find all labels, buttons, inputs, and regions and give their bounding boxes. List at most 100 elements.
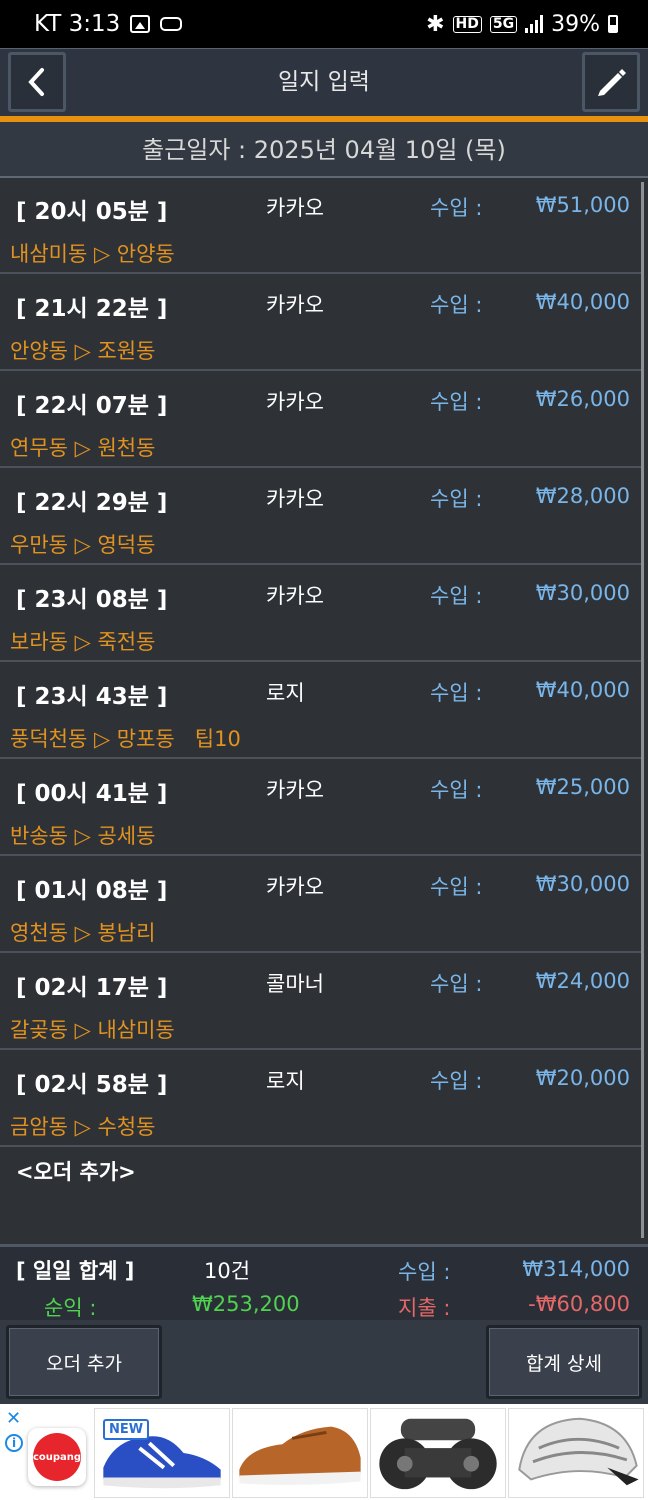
order-company: 카카오 (266, 390, 324, 414)
order-list[interactable]: [ 20시 05분 ] 카카오 수입 : ₩51,000 내삼미동 ▷ 안양동 … (0, 178, 648, 1244)
info-icon[interactable]: i (5, 1434, 23, 1452)
order-time: [ 22시 07분 ] (16, 393, 168, 419)
ad-product-sneaker[interactable]: NEW (94, 1408, 230, 1498)
order-time: [ 01시 08분 ] (16, 878, 168, 904)
ad-product-helmet[interactable] (508, 1408, 644, 1498)
order-company: 카카오 (266, 875, 324, 899)
summary-income: ₩314,000 (522, 1257, 630, 1281)
ad-banner[interactable]: ✕ i coupang NEW (0, 1404, 648, 1500)
order-amount: ₩30,000 (535, 581, 630, 605)
order-time: [ 23시 08분 ] (16, 587, 168, 613)
ad-product-shoe[interactable] (232, 1408, 368, 1498)
coupang-logo-text: coupang (33, 1433, 81, 1481)
order-row[interactable]: [ 01시 08분 ] 카카오 수입 : ₩30,000 영천동 ▷ 봉남리 (0, 857, 642, 953)
order-row[interactable]: [ 02시 58분 ] 로지 수입 : ₩20,000 금암동 ▷ 수청동 (0, 1051, 642, 1147)
income-label: 수입 : (430, 778, 483, 802)
close-icon[interactable]: ✕ (6, 1408, 21, 1429)
income-label: 수입 : (430, 487, 483, 511)
shoe-image (239, 1426, 361, 1485)
voicemail-icon (160, 17, 183, 31)
order-amount: ₩24,000 (535, 969, 630, 993)
order-time: [ 22시 29분 ] (16, 490, 168, 516)
carrier-time: KT 3:13 (34, 11, 121, 37)
order-time: [ 20시 05분 ] (16, 199, 168, 225)
income-label: 수입 : (430, 390, 483, 414)
order-amount: ₩25,000 (535, 775, 630, 799)
order-amount: ₩20,000 (535, 1066, 630, 1090)
order-time: [ 00시 41분 ] (16, 781, 168, 807)
order-route: 우만동 ▷ 영덕동 (10, 533, 156, 557)
income-label: 수입 : (430, 584, 483, 608)
order-time: [ 23시 43분 ] (16, 684, 168, 710)
battery-percent: 39% (551, 11, 600, 37)
order-company: 로지 (266, 681, 305, 705)
order-route: 안양동 ▷ 조원동 (10, 339, 156, 363)
network-type: 5G (489, 15, 518, 33)
summary-income-label: 수입 : (398, 1260, 451, 1284)
order-row[interactable]: [ 02시 17분 ] 콜마너 수입 : ₩24,000 갈곶동 ▷ 내삼미동 (0, 954, 642, 1050)
order-route: 갈곶동 ▷ 내삼미동 (10, 1018, 175, 1042)
order-time: [ 02시 58분 ] (16, 1072, 168, 1098)
order-company: 카카오 (266, 293, 324, 317)
order-amount: ₩28,000 (535, 484, 630, 508)
chevron-left-icon (28, 68, 44, 96)
signal-icon (525, 15, 544, 33)
order-row[interactable]: [ 23시 43분 ] 로지 수입 : ₩40,000 풍덕천동 ▷ 망포동 팁… (0, 663, 642, 759)
add-order-row[interactable]: <오더 추가> (16, 1156, 136, 1186)
order-time: [ 02시 17분 ] (16, 975, 168, 1001)
list-scrollbar[interactable] (641, 182, 644, 1238)
page-title: 일지 입력 (278, 69, 370, 95)
order-company: 카카오 (266, 487, 324, 511)
gallery-icon (130, 15, 151, 33)
ad-product-wheel[interactable] (370, 1408, 506, 1498)
status-bar: KT 3:13 ✱ HD 5G 39% (0, 0, 648, 48)
order-company: 카카오 (266, 196, 324, 220)
summary-net: ₩253,200 (192, 1292, 300, 1316)
order-route: 내삼미동 ▷ 안양동 (10, 242, 175, 266)
bluetooth-icon: ✱ (426, 11, 445, 37)
order-route: 보라동 ▷ 죽전동 (10, 630, 156, 654)
order-row[interactable]: [ 23시 08분 ] 카카오 수입 : ₩30,000 보라동 ▷ 죽전동 (0, 566, 642, 662)
coupang-logo[interactable]: coupang (28, 1428, 86, 1486)
summary-net-label: 순익 : (44, 1296, 97, 1320)
ab-wheel-image (379, 1418, 497, 1490)
order-time: [ 21시 22분 ] (16, 296, 168, 322)
work-date: 출근일자 : 2025년 04월 10일 (목) (0, 122, 648, 178)
battery-icon (608, 15, 618, 33)
order-route: 연무동 ▷ 원천동 (10, 436, 156, 460)
income-label: 수입 : (430, 681, 483, 705)
back-button[interactable] (8, 52, 66, 112)
income-label: 수입 : (430, 293, 483, 317)
order-amount: ₩30,000 (535, 872, 630, 896)
order-amount: ₩26,000 (535, 387, 630, 411)
edit-button[interactable] (582, 52, 640, 112)
daily-summary: [ 일일 합계 ] 10건 수입 : ₩314,000 순익 : ₩253,20… (0, 1244, 648, 1320)
summary-title: [ 일일 합계 ] (16, 1259, 135, 1283)
summary-count: 10건 (204, 1259, 251, 1283)
order-row[interactable]: [ 21시 22분 ] 카카오 수입 : ₩40,000 안양동 ▷ 조원동 (0, 275, 642, 371)
add-order-button[interactable]: 오더 추가 (6, 1325, 162, 1399)
order-route: 풍덕천동 ▷ 망포동 팁10 (10, 727, 241, 751)
helmet-image (518, 1417, 639, 1486)
income-label: 수입 : (430, 875, 483, 899)
summary-expense: -₩60,800 (528, 1292, 630, 1316)
income-label: 수입 : (430, 972, 483, 996)
new-badge: NEW (103, 1419, 150, 1440)
order-amount: ₩40,000 (535, 678, 630, 702)
order-route: 금암동 ▷ 수청동 (10, 1115, 156, 1139)
total-detail-button[interactable]: 합계 상세 (486, 1325, 642, 1399)
order-row[interactable]: [ 22시 07분 ] 카카오 수입 : ₩26,000 연무동 ▷ 원천동 (0, 372, 642, 468)
order-route: 반송동 ▷ 공세동 (10, 824, 156, 848)
order-row[interactable]: [ 00시 41분 ] 카카오 수입 : ₩25,000 반송동 ▷ 공세동 (0, 760, 642, 856)
app-header: 일지 입력 (0, 48, 648, 116)
order-company: 로지 (266, 1069, 305, 1093)
bottom-button-bar: 오더 추가 합계 상세 (0, 1320, 648, 1404)
income-label: 수입 : (430, 196, 483, 220)
hd-icon: HD (452, 15, 482, 33)
order-company: 카카오 (266, 778, 324, 802)
order-row[interactable]: [ 20시 05분 ] 카카오 수입 : ₩51,000 내삼미동 ▷ 안양동 (0, 178, 642, 274)
order-row[interactable]: [ 22시 29분 ] 카카오 수입 : ₩28,000 우만동 ▷ 영덕동 (0, 469, 642, 565)
order-amount: ₩40,000 (535, 290, 630, 314)
income-label: 수입 : (430, 1069, 483, 1093)
order-company: 카카오 (266, 584, 324, 608)
